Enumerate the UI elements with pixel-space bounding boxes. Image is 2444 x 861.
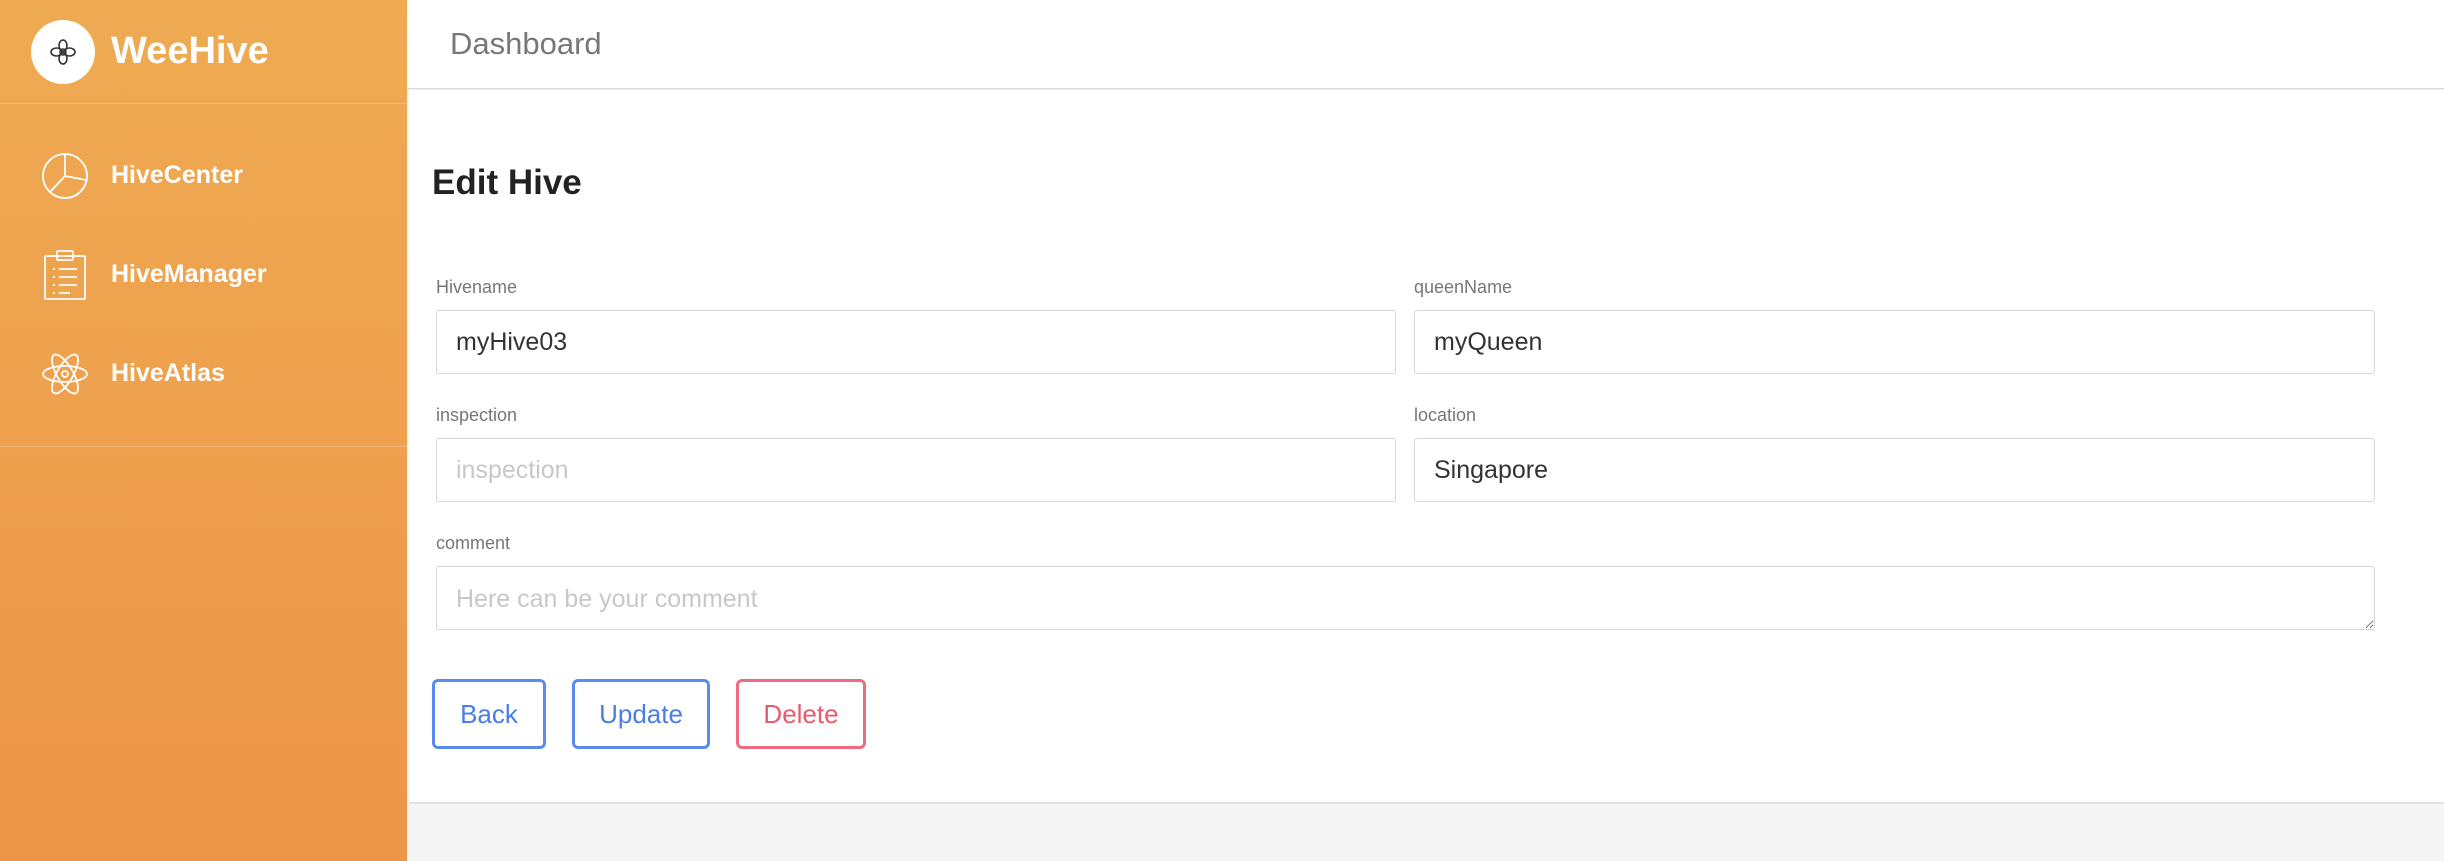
atom-icon [40, 349, 90, 399]
top-header: Dashboard [407, 0, 2444, 89]
queenname-label: queenName [1414, 277, 1513, 297]
delete-button[interactable]: Delete [736, 679, 866, 749]
comment-label: comment [436, 533, 511, 553]
inspection-label: inspection [436, 405, 518, 425]
page-title: Edit Hive [432, 163, 582, 202]
sidebar-item-hivemanager[interactable]: HiveManager [0, 225, 407, 324]
sidebar-item-label: HiveManager [111, 260, 267, 288]
queenname-input[interactable] [1414, 310, 2375, 374]
hivename-input[interactable] [436, 310, 1396, 374]
edit-hive-card: Edit Hive Hivename queenName inspection … [409, 90, 2444, 804]
page-breadcrumb: Dashboard [450, 26, 602, 61]
sidebar-item-hivecenter[interactable]: HiveCenter [0, 126, 407, 225]
inspection-input[interactable] [436, 438, 1396, 502]
sidebar-item-hiveatlas[interactable]: HiveAtlas [0, 324, 407, 423]
update-button[interactable]: Update [572, 679, 710, 749]
location-label: location [1414, 405, 1477, 425]
comment-textarea[interactable] [436, 566, 2375, 630]
location-input[interactable] [1414, 438, 2375, 502]
sidebar-nav: HiveCenter HiveManager HiveAtlas [0, 104, 407, 447]
hivename-label: Hivename [436, 277, 518, 297]
pie-chart-icon [40, 151, 90, 201]
sidebar-item-label: HiveCenter [111, 161, 243, 189]
sidebar: WeeHive HiveCenter HiveManager HiveAtlas [0, 0, 407, 861]
app-name: WeeHive [111, 30, 269, 72]
clipboard-icon [40, 249, 90, 300]
flower-icon [31, 19, 95, 84]
sidebar-item-label: HiveAtlas [111, 359, 225, 387]
back-button[interactable]: Back [432, 679, 546, 749]
brand[interactable]: WeeHive [0, 0, 407, 104]
